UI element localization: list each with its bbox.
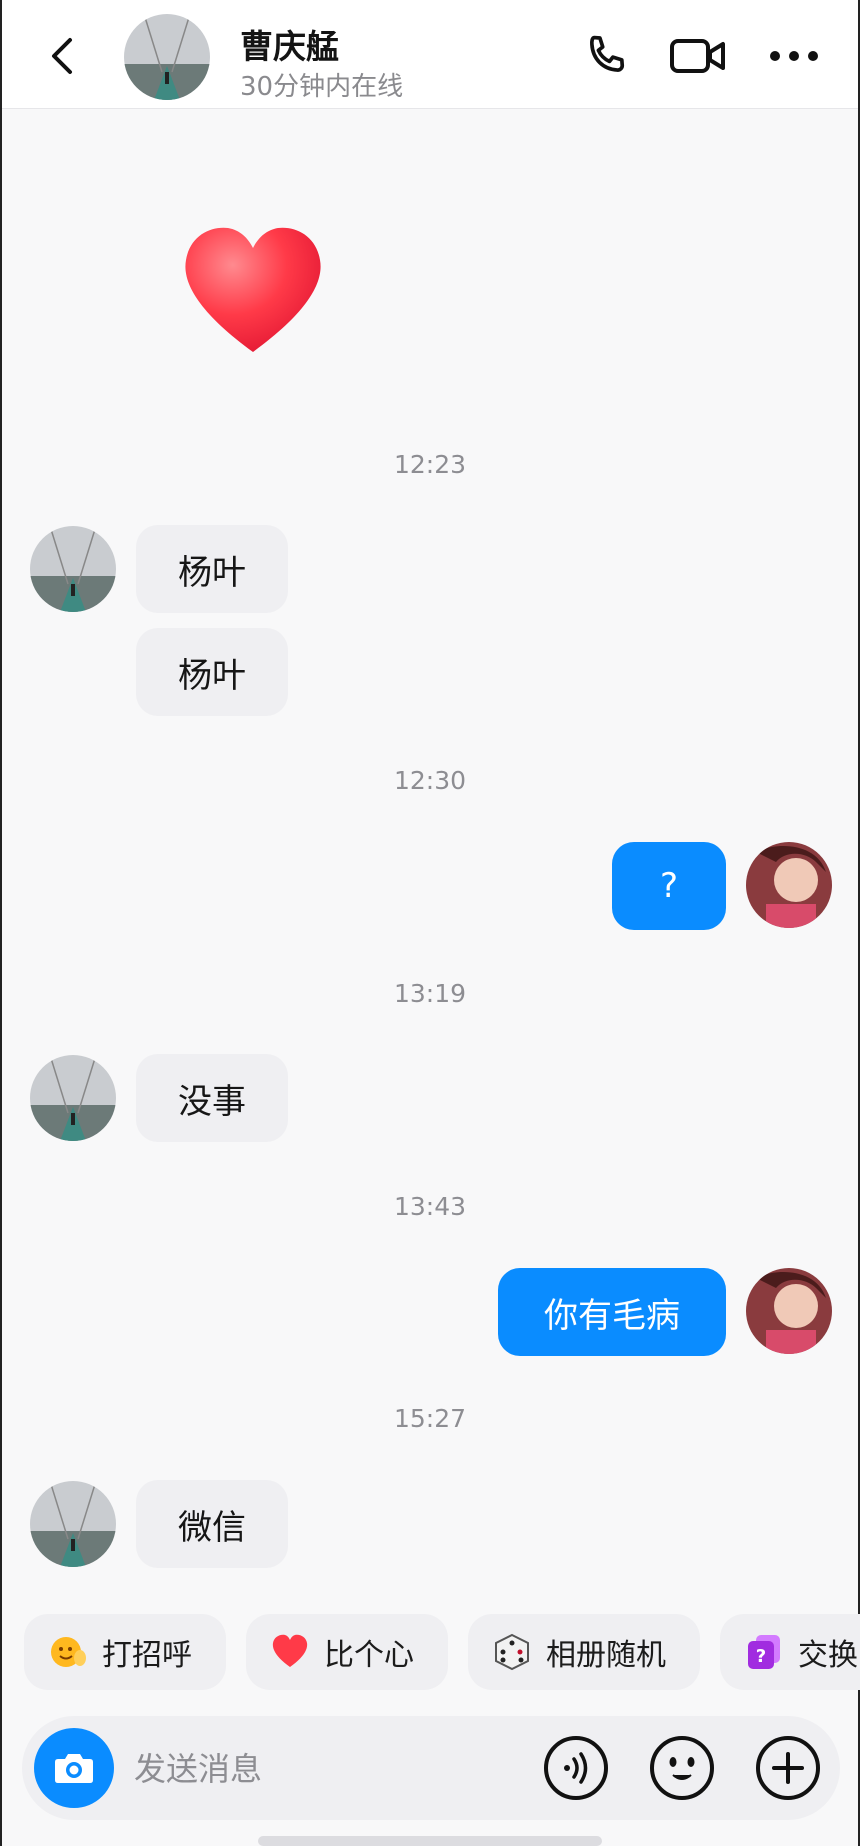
emoji-button[interactable] (648, 1734, 716, 1802)
timestamp: 12:23 (393, 450, 467, 479)
message-input[interactable] (132, 1738, 536, 1800)
timestamp: 12:30 (393, 766, 467, 795)
heart-icon (185, 227, 321, 352)
timestamp: 15:27 (393, 1404, 467, 1433)
contact-avatar-small[interactable] (30, 1055, 116, 1141)
heart-sticker[interactable] (178, 220, 328, 360)
selfie-photo-icon (746, 1268, 832, 1354)
wave-emoji-icon (48, 1632, 88, 1672)
chip-label: 打招呼 (102, 1638, 192, 1673)
chip-label: 交换 (798, 1638, 858, 1673)
bridge-photo-icon (30, 1481, 116, 1567)
chip-exchange[interactable]: ? 交换 (720, 1614, 860, 1690)
question-card-icon: ? (744, 1632, 784, 1672)
home-indicator[interactable] (258, 1836, 602, 1846)
chip-album-random[interactable]: 相册随机 (468, 1614, 700, 1690)
selfie-photo-icon (746, 842, 832, 928)
svg-text:?: ? (756, 1646, 766, 1667)
timestamp: 13:19 (393, 979, 467, 1008)
incoming-message[interactable]: 杨叶 (136, 628, 288, 716)
incoming-message[interactable]: 没事 (136, 1054, 288, 1142)
add-attachment-button[interactable] (754, 1734, 822, 1802)
my-avatar[interactable] (746, 842, 832, 928)
plus-circle-icon (756, 1736, 820, 1800)
frame-edge-left (0, 0, 2, 1846)
more-options-button[interactable] (764, 26, 824, 86)
voice-message-button[interactable] (542, 1734, 610, 1802)
quick-actions: 打招呼 比个心 相册随机 ? 交换 (0, 1614, 860, 1694)
chevron-left-icon (52, 38, 72, 74)
video-camera-icon (670, 39, 725, 73)
bridge-photo-icon (124, 14, 210, 100)
bridge-photo-icon (30, 526, 116, 612)
bridge-photo-icon (30, 1055, 116, 1141)
contact-name[interactable]: 曹庆艋 (240, 20, 339, 68)
message-input-bar (22, 1716, 840, 1820)
timestamp: 13:43 (393, 1192, 467, 1221)
camera-button[interactable] (34, 1728, 114, 1808)
contact-avatar[interactable] (124, 14, 210, 100)
more-dots-icon (770, 51, 818, 61)
emoji-face-icon (650, 1736, 714, 1800)
chat-header: 曹庆艋 30分钟内在线 (2, 0, 858, 109)
contact-avatar-small[interactable] (30, 526, 116, 612)
chip-heart[interactable]: 比个心 (246, 1614, 448, 1690)
dice-icon (492, 1632, 532, 1672)
back-button[interactable] (40, 30, 84, 82)
my-avatar[interactable] (746, 1268, 832, 1354)
phone-icon (590, 35, 625, 72)
camera-icon (55, 1754, 93, 1783)
online-status: 30分钟内在线 (240, 72, 404, 102)
voice-call-button[interactable] (576, 26, 636, 86)
contact-avatar-small[interactable] (30, 1481, 116, 1567)
chip-label: 比个心 (324, 1638, 414, 1673)
video-call-button[interactable] (668, 26, 728, 86)
incoming-message[interactable]: 微信 (136, 1480, 288, 1568)
outgoing-message[interactable]: ? (612, 842, 726, 930)
heart-icon (270, 1632, 310, 1672)
voice-wave-icon (544, 1736, 608, 1800)
outgoing-message[interactable]: 你有毛病 (498, 1268, 726, 1356)
chip-label: 相册随机 (546, 1638, 666, 1673)
chip-say-hi[interactable]: 打招呼 (24, 1614, 226, 1690)
incoming-message[interactable]: 杨叶 (136, 525, 288, 613)
